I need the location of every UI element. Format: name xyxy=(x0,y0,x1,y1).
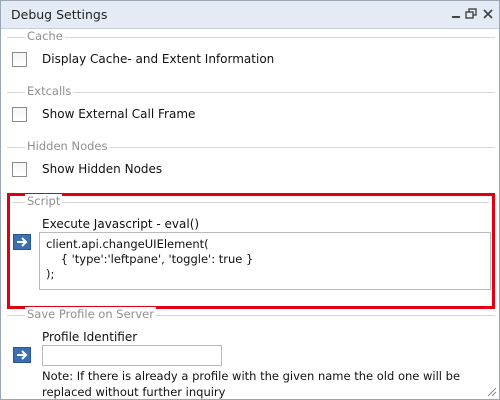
hidden-nodes-checkbox-label[interactable]: Show Hidden Nodes xyxy=(42,162,162,176)
script-group-divider xyxy=(13,202,489,203)
minimize-icon[interactable] xyxy=(448,6,464,22)
script-legend: Script xyxy=(25,194,63,208)
extcalls-checkbox[interactable] xyxy=(12,107,27,122)
extcalls-checkbox-label[interactable]: Show External Call Frame xyxy=(42,107,195,121)
cache-legend: Cache xyxy=(25,29,65,43)
close-icon[interactable] xyxy=(480,6,496,22)
restore-icon[interactable] xyxy=(463,6,479,22)
save-profile-button[interactable] xyxy=(13,347,31,363)
hidden-nodes-checkbox[interactable] xyxy=(12,162,27,177)
title-bar: Debug Settings xyxy=(1,1,499,29)
hidden-nodes-legend: Hidden Nodes xyxy=(25,139,110,153)
debug-settings-window: Debug Settings Cache Display Cache- and … xyxy=(0,0,500,400)
resize-grip-icon[interactable] xyxy=(485,385,497,397)
script-textarea[interactable]: client.api.changeUIElement( { 'type':'le… xyxy=(39,232,491,290)
cache-checkbox[interactable] xyxy=(12,52,27,67)
arrow-right-icon xyxy=(17,237,28,247)
cache-checkbox-label[interactable]: Display Cache- and Extent Information xyxy=(42,52,274,66)
script-field-label: Execute Javascript - eval() xyxy=(42,217,200,231)
extcalls-group-divider xyxy=(7,92,495,93)
profile-legend: Save Profile on Server xyxy=(25,307,156,321)
cache-group-divider xyxy=(7,37,495,38)
profile-identifier-input[interactable] xyxy=(42,345,222,366)
execute-script-button[interactable] xyxy=(13,234,31,250)
window-title: Debug Settings xyxy=(11,7,108,22)
profile-note: Note: If there is already a profile with… xyxy=(42,369,461,399)
arrow-right-icon xyxy=(17,350,28,360)
profile-identifier-label: Profile Identifier xyxy=(42,330,138,344)
extcalls-legend: Extcalls xyxy=(25,84,74,98)
